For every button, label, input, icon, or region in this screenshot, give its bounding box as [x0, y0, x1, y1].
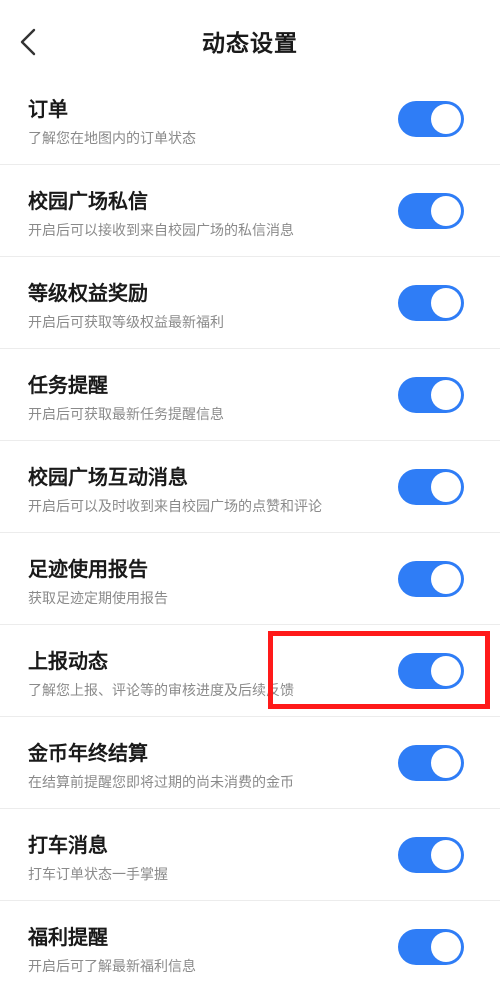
setting-title: 上报动态 [28, 649, 108, 673]
setting-description: 开启后可获取最新任务提醒信息 [28, 407, 224, 423]
settings-row: 校园广场互动消息 开启后可以及时收到来自校园广场的点赞和评论 [0, 441, 500, 533]
setting-title: 打车消息 [28, 833, 108, 857]
setting-title: 校园广场私信 [28, 189, 148, 213]
setting-title: 订单 [28, 97, 68, 121]
setting-title: 金币年终结算 [28, 741, 148, 765]
settings-row: 福利提醒 开启后可了解最新福利信息 [0, 901, 500, 993]
setting-description: 开启后可获取等级权益最新福利 [28, 315, 224, 331]
toggle-knob [431, 656, 461, 686]
header: 动态设置 [0, 0, 500, 80]
settings-list: 订单 了解您在地图内的订单状态 校园广场私信 开启后可以接收到来自校园广场的私信… [0, 73, 500, 993]
setting-title: 校园广场互动消息 [28, 465, 188, 489]
setting-description: 了解您在地图内的订单状态 [28, 131, 196, 147]
toggle-switch-task-reminder[interactable] [398, 377, 464, 413]
setting-description: 打车订单状态一手掌握 [28, 867, 168, 883]
toggle-knob [431, 196, 461, 226]
toggle-switch-footprint-report[interactable] [398, 561, 464, 597]
toggle-switch-coin-settlement[interactable] [398, 745, 464, 781]
settings-row: 校园广场私信 开启后可以接收到来自校园广场的私信消息 [0, 165, 500, 257]
toggle-switch-taxi[interactable] [398, 837, 464, 873]
toggle-knob [431, 748, 461, 778]
setting-title: 福利提醒 [28, 925, 108, 949]
page-title: 动态设置 [202, 31, 298, 57]
toggle-knob [431, 288, 461, 318]
toggle-knob [431, 472, 461, 502]
toggle-switch-report-status[interactable] [398, 653, 464, 689]
setting-title: 任务提醒 [28, 373, 108, 397]
setting-description: 开启后可以接收到来自校园广场的私信消息 [28, 223, 294, 239]
settings-row: 金币年终结算 在结算前提醒您即将过期的尚未消费的金币 [0, 717, 500, 809]
setting-description: 获取足迹定期使用报告 [28, 591, 168, 607]
settings-row: 足迹使用报告 获取足迹定期使用报告 [0, 533, 500, 625]
toggle-knob [431, 380, 461, 410]
settings-row: 任务提醒 开启后可获取最新任务提醒信息 [0, 349, 500, 441]
setting-title: 等级权益奖励 [28, 281, 148, 305]
settings-row: 订单 了解您在地图内的订单状态 [0, 73, 500, 165]
setting-description: 开启后可了解最新福利信息 [28, 959, 196, 975]
toggle-switch-campus-dm[interactable] [398, 193, 464, 229]
setting-description: 在结算前提醒您即将过期的尚未消费的金币 [28, 775, 294, 791]
toggle-knob [431, 104, 461, 134]
settings-row: 上报动态 了解您上报、评论等的审核进度及后续反馈 [0, 625, 500, 717]
settings-row: 打车消息 打车订单状态一手掌握 [0, 809, 500, 901]
toggle-knob [431, 564, 461, 594]
toggle-switch-level-rewards[interactable] [398, 285, 464, 321]
setting-description: 了解您上报、评论等的审核进度及后续反馈 [28, 683, 294, 699]
toggle-switch-campus-interaction[interactable] [398, 469, 464, 505]
toggle-knob [431, 840, 461, 870]
settings-row: 等级权益奖励 开启后可获取等级权益最新福利 [0, 257, 500, 349]
toggle-switch-welfare[interactable] [398, 929, 464, 965]
toggle-switch-order[interactable] [398, 101, 464, 137]
setting-title: 足迹使用报告 [28, 557, 148, 581]
toggle-knob [431, 932, 461, 962]
setting-description: 开启后可以及时收到来自校园广场的点赞和评论 [28, 499, 322, 515]
